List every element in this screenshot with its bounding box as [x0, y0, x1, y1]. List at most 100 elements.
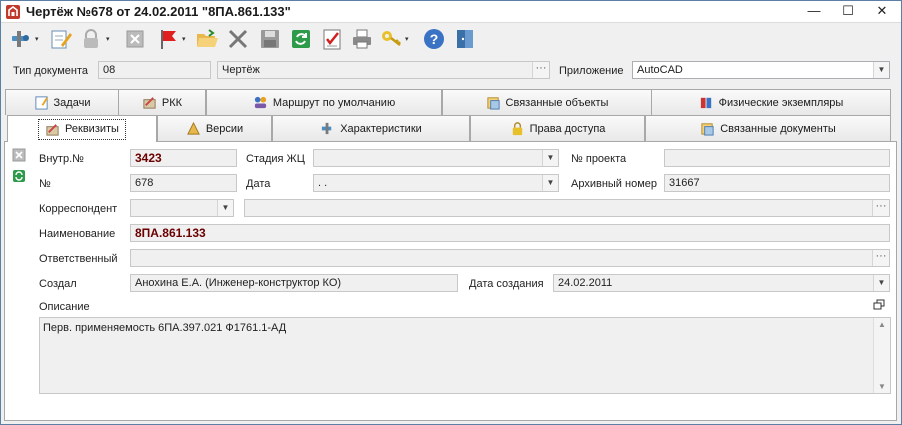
date-picker[interactable]: . . ▼ — [313, 174, 559, 192]
tab-versions-label: Версии — [205, 122, 244, 135]
tab-requisites-focus: Реквизиты — [38, 118, 126, 140]
stage-dropdown-icon[interactable]: ▼ — [542, 150, 558, 166]
app-logo-icon — [6, 5, 20, 19]
created-by-field: Анохина Е.А. (Инженер-конструктор КО) — [130, 274, 458, 292]
description-text: Перв. применяемость 6ПА.397.021 Ф1761.1-… — [43, 322, 287, 334]
expand-icon[interactable] — [873, 299, 885, 311]
title-bar: Чертёж №678 от 24.02.2011 "8ПА.861.133" … — [1, 1, 901, 23]
requisites-panel: Внутр.№ 3423 Стадия ЖЦ ▼ № проекта № 678… — [4, 141, 897, 421]
maximize-button[interactable]: ☐ — [831, 1, 865, 23]
project-no-field[interactable] — [664, 149, 890, 167]
exit-icon[interactable] — [453, 27, 477, 51]
tools-dropdown[interactable]: ▾ — [35, 35, 42, 43]
app-label: Приложение — [559, 65, 624, 77]
open-folder-icon[interactable] — [195, 27, 219, 51]
tab-tasks-label: Задачи — [53, 96, 91, 109]
doc-type-name-value: Чертёж — [222, 64, 260, 76]
characteristics-icon — [322, 122, 332, 135]
scroll-down-icon[interactable]: ▼ — [874, 382, 890, 391]
key-dropdown[interactable]: ▾ — [405, 35, 412, 43]
linked-objects-icon — [486, 97, 500, 110]
print-icon[interactable] — [350, 27, 374, 51]
key-icon[interactable] — [379, 27, 403, 51]
tab-default-route-label: Маршрут по умолчанию — [272, 96, 396, 109]
created-by-label: Создал — [39, 278, 77, 290]
description-scrollbar[interactable]: ▲ ▼ — [873, 318, 890, 393]
scroll-up-icon[interactable]: ▲ — [874, 320, 890, 329]
toolbar: ▾ ▾ ▾ ▾ ? — [1, 24, 901, 56]
doc-type-label: Тип документа — [13, 65, 89, 77]
tab-rkk[interactable]: РКК — [118, 89, 206, 115]
document-window: Чертёж №678 от 24.02.2011 "8ПА.861.133" … — [0, 0, 902, 425]
rkk-icon — [143, 97, 156, 109]
description-memo[interactable]: Перв. применяемость 6ПА.397.021 Ф1761.1-… — [39, 317, 891, 394]
help-icon[interactable]: ? — [422, 27, 446, 51]
correspondent-dropdown-icon[interactable]: ▼ — [217, 200, 233, 216]
cross-icon[interactable] — [226, 27, 250, 51]
tab-linked-docs[interactable]: Связанные документы — [645, 115, 891, 141]
tab-versions[interactable]: Версии — [157, 115, 272, 141]
flag-icon[interactable] — [157, 27, 181, 51]
date-label: Дата — [246, 178, 271, 190]
stage-label: Стадия ЖЦ — [246, 153, 305, 165]
tab-access-rights-label: Права доступа — [529, 122, 606, 135]
flag-dropdown[interactable]: ▾ — [182, 35, 189, 43]
tab-access-rights[interactable]: Права доступа — [470, 115, 645, 141]
tab-characteristics[interactable]: Характеристики — [272, 115, 470, 141]
checklist-icon[interactable] — [320, 27, 344, 51]
date-dropdown-icon[interactable]: ▼ — [542, 175, 558, 191]
name-label: Наименование — [39, 228, 116, 240]
tools-icon[interactable] — [9, 27, 33, 51]
doc-type-name-field[interactable]: Чертёж ··· — [217, 61, 550, 79]
svg-text:?: ? — [430, 31, 439, 47]
versions-icon — [186, 121, 200, 135]
created-date-dropdown-icon[interactable]: ▼ — [873, 275, 889, 291]
clear-icon[interactable] — [12, 148, 26, 162]
app-select-value: AutoCAD — [637, 64, 683, 76]
responsible-label: Ответственный — [39, 253, 118, 265]
tab-requisites[interactable]: Реквизиты — [7, 115, 157, 142]
correspondent-detail-field[interactable]: ··· — [244, 199, 890, 217]
app-select[interactable]: AutoCAD ▼ — [632, 61, 890, 79]
tab-physical-copies-label: Физические экземпляры — [718, 96, 844, 109]
archive-no-field[interactable]: 31667 — [664, 174, 890, 192]
tab-characteristics-label: Характеристики — [340, 122, 422, 135]
save-icon[interactable] — [258, 27, 282, 51]
physical-copies-icon — [700, 97, 711, 109]
tab-tasks[interactable]: Задачи — [5, 89, 119, 115]
close-button[interactable]: ✕ — [865, 1, 899, 23]
window-title: Чертёж №678 от 24.02.2011 "8ПА.861.133" — [26, 4, 291, 19]
app-dropdown-icon[interactable]: ▼ — [873, 62, 889, 78]
tab-rkk-label: РКК — [161, 96, 183, 109]
minimize-button[interactable]: — — [797, 1, 831, 23]
doc-type-browse-button[interactable]: ··· — [532, 62, 549, 78]
internal-no-label: Внутр.№ — [39, 153, 84, 165]
refresh-icon[interactable] — [289, 27, 313, 51]
correspondent-browse-button[interactable]: ··· — [872, 200, 889, 216]
lock-icon[interactable] — [79, 27, 103, 51]
tab-linked-objects-label: Связанные объекты — [505, 96, 609, 109]
delete-icon[interactable] — [123, 27, 147, 51]
archive-no-label: Архивный номер — [571, 178, 657, 190]
responsible-field[interactable]: ··· — [130, 249, 890, 267]
name-field[interactable]: 8ПА.861.133 — [130, 224, 890, 242]
internal-no-field: 3423 — [130, 149, 237, 167]
lock-dropdown[interactable]: ▾ — [106, 35, 113, 43]
tab-linked-docs-label: Связанные документы — [720, 122, 836, 135]
stage-select[interactable]: ▼ — [313, 149, 559, 167]
tab-default-route[interactable]: Маршрут по умолчанию — [206, 89, 442, 115]
responsible-browse-button[interactable]: ··· — [872, 250, 889, 266]
tabs-row-2: Реквизиты Версии Характеристики Права до… — [4, 115, 891, 142]
tab-linked-objects[interactable]: Связанные объекты — [442, 89, 652, 115]
tab-physical-copies[interactable]: Физические экземпляры — [651, 89, 891, 115]
no-field[interactable]: 678 — [130, 174, 237, 192]
doc-type-code-field: 08 — [98, 61, 211, 79]
correspondent-label: Корреспондент — [39, 203, 118, 215]
no-label: № — [39, 178, 51, 190]
date-picker-value: . . — [318, 177, 328, 189]
correspondent-select[interactable]: ▼ — [130, 199, 234, 217]
created-date-picker[interactable]: 24.02.2011 ▼ — [553, 274, 890, 292]
edit-icon[interactable] — [49, 27, 73, 51]
refresh-small-icon[interactable] — [12, 169, 26, 183]
linked-docs-icon — [701, 123, 714, 136]
